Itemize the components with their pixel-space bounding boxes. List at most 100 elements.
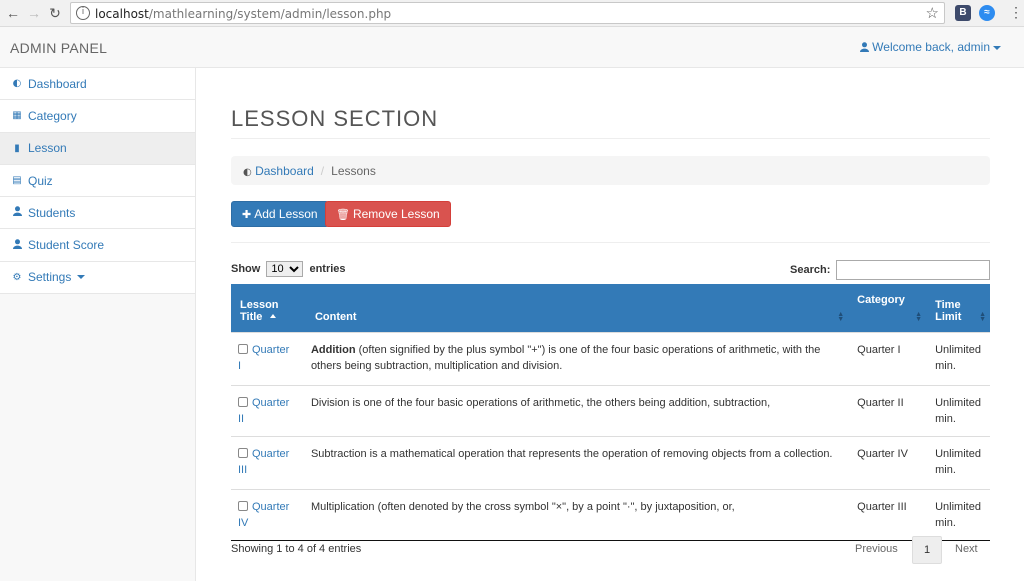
- column-header-category[interactable]: Category ▲ ▼: [848, 284, 927, 332]
- sidebar-item-students[interactable]: Students: [0, 197, 195, 230]
- column-header-time-limit[interactable]: Time Limit ▲ ▼: [926, 284, 990, 332]
- content-cell: Multiplication (often denoted by the cro…: [301, 488, 849, 541]
- sidebar-item-category[interactable]: ▦ Category: [0, 100, 195, 133]
- remove-lesson-label: Remove Lesson: [352, 207, 440, 221]
- table-header-row: Lesson Title Content ▲ ▼ Category ▲ ▼ Time Lim…: [231, 284, 990, 332]
- welcome-text: Welcome back, admin: [872, 40, 990, 54]
- remove-lesson-button[interactable]: 🗑 Remove Lesson: [325, 201, 451, 227]
- bookmark-star-icon[interactable]: ☆: [926, 4, 939, 22]
- search-label: Search:: [790, 264, 831, 276]
- sidebar-item-label: Settings: [28, 270, 72, 285]
- content-cell: Subtraction is a mathematical operation …: [301, 435, 849, 489]
- content-text: Division is one of the four basic operat…: [310, 396, 771, 409]
- sidebar-item-label: Quiz: [28, 173, 53, 188]
- breadcrumb-current: Lessons: [331, 164, 376, 178]
- gear-icon: ⚙: [12, 271, 22, 283]
- add-lesson-button[interactable]: ✚ Add Lesson: [231, 201, 329, 227]
- reload-icon[interactable]: ↻: [47, 5, 63, 21]
- lesson-title-cell: Quarter IV: [231, 488, 302, 541]
- breadcrumb-separator: /: [320, 164, 325, 178]
- previous-page-button[interactable]: Previous: [847, 536, 906, 564]
- breadcrumb: ◐ Dashboard / Lessons: [231, 156, 990, 185]
- lessons-table: Lesson Title Content ▲ ▼ Category ▲ ▼ Time Lim…: [231, 284, 990, 541]
- header-text: Lesson: [240, 298, 279, 311]
- sort-icon: ▲ ▼: [915, 310, 923, 323]
- dashboard-icon: ◐: [243, 167, 252, 178]
- page-1-button[interactable]: 1: [912, 536, 942, 564]
- table-row: Quarter II Division is one of the four ba…: [231, 384, 990, 436]
- user-menu[interactable]: Welcome back, admin: [860, 40, 1001, 54]
- sidebar-item-settings[interactable]: ⚙ Settings: [0, 261, 195, 295]
- sidebar-item-label: Dashboard: [28, 76, 87, 91]
- sidebar: ◐ Dashboard ▦ Category ▮ Lesson ▤ Quiz Stude…: [0, 68, 196, 581]
- page-length-control: Show 10 entries: [231, 261, 346, 277]
- sort-icon: ▲ ▼: [979, 310, 986, 323]
- header-text: Content: [314, 310, 357, 323]
- header-text: Title: [240, 310, 263, 323]
- forward-arrow-icon[interactable]: →: [26, 5, 42, 21]
- bar-chart-icon: ▮: [14, 142, 20, 154]
- time-limit-cell: Unlimited min.: [926, 488, 990, 541]
- row-checkbox[interactable]: [238, 396, 248, 407]
- row-checkbox[interactable]: [238, 343, 248, 354]
- dashboard-icon: ◐: [12, 78, 22, 90]
- time-limit-cell: Unlimited min.: [926, 331, 990, 385]
- sidebar-item-lesson[interactable]: ▮ Lesson: [0, 132, 195, 165]
- next-page-button[interactable]: Next: [947, 536, 986, 564]
- header-text: Category: [857, 294, 905, 306]
- category-cell: Quarter I: [848, 331, 927, 385]
- sidebar-item-student-score[interactable]: Student Score: [0, 229, 195, 262]
- table-icon: ▦: [12, 110, 22, 122]
- table-info: Showing 1 to 4 of 4 entries: [231, 543, 362, 555]
- page-length-select[interactable]: 10: [266, 261, 304, 277]
- plus-icon: ✚: [242, 208, 252, 221]
- search-input[interactable]: [836, 260, 990, 280]
- caret-down-icon: [77, 275, 86, 280]
- category-cell: Quarter IV: [848, 435, 927, 489]
- caret-down-icon: [993, 45, 1001, 50]
- show-label: Show: [231, 263, 261, 275]
- column-header-content[interactable]: Content ▲ ▼: [301, 284, 849, 332]
- lesson-title-cell: Quarter II: [231, 384, 302, 436]
- sort-ascending-icon: [270, 313, 277, 318]
- content-text: Subtraction is a mathematical operation …: [310, 447, 833, 460]
- row-checkbox[interactable]: [238, 500, 248, 511]
- header-text: Time: [935, 298, 961, 311]
- sidebar-item-dashboard[interactable]: ◐ Dashboard: [0, 68, 195, 101]
- content-bold: Addition: [310, 343, 356, 356]
- sidebar-item-label: Students: [28, 205, 76, 220]
- lesson-title-cell: Quarter I: [231, 331, 302, 385]
- sidebar-item-label: Lesson: [28, 141, 67, 156]
- content-cell: Division is one of the four basic operat…: [301, 384, 849, 436]
- column-header-lesson-title[interactable]: Lesson Title: [231, 284, 302, 332]
- table-row: Quarter III Subtraction is a mathematical…: [231, 435, 990, 489]
- table-row: Quarter I Addition (often signified by th…: [231, 331, 990, 385]
- info-icon[interactable]: i: [76, 6, 90, 20]
- table-row: Quarter IV Multiplication (often denoted …: [231, 488, 990, 541]
- row-checkbox[interactable]: [238, 447, 248, 458]
- url-text: localhost/mathlearning/system/admin/less…: [95, 7, 391, 21]
- back-arrow-icon[interactable]: ←: [5, 5, 21, 21]
- lesson-title-cell: Quarter III: [231, 435, 302, 489]
- sort-icon: ▲ ▼: [837, 310, 845, 323]
- trash-icon: 🗑: [336, 208, 350, 221]
- address-bar[interactable]: i localhost/mathlearning/system/admin/le…: [70, 2, 945, 24]
- sidebar-item-quiz[interactable]: ▤ Quiz: [0, 164, 195, 198]
- menu-kebab-icon[interactable]: ⋮: [1009, 4, 1023, 20]
- browser-toolbar: ← → ↻ i localhost/mathlearning/system/ad…: [0, 0, 1024, 27]
- content-cell: Addition (often signified by the plus sy…: [301, 331, 849, 385]
- time-limit-cell: Unlimited min.: [926, 384, 990, 436]
- sidebar-item-label: Student Score: [28, 238, 105, 253]
- extension-b-icon[interactable]: B: [955, 5, 971, 21]
- content-text: Multiplication (often denoted by the cro…: [310, 500, 735, 513]
- add-lesson-label: Add Lesson: [254, 207, 318, 221]
- breadcrumb-dashboard-link[interactable]: Dashboard: [255, 164, 314, 178]
- time-limit-cell: Unlimited min.: [926, 435, 990, 489]
- entries-label: entries: [309, 263, 346, 275]
- brand-title[interactable]: ADMIN PANEL: [10, 40, 107, 56]
- user-icon: [11, 206, 23, 219]
- list-alt-icon: ▤: [12, 175, 22, 187]
- page-title: LESSON SECTION: [231, 106, 439, 131]
- divider: [231, 242, 990, 243]
- messenger-icon[interactable]: ≈: [979, 5, 995, 21]
